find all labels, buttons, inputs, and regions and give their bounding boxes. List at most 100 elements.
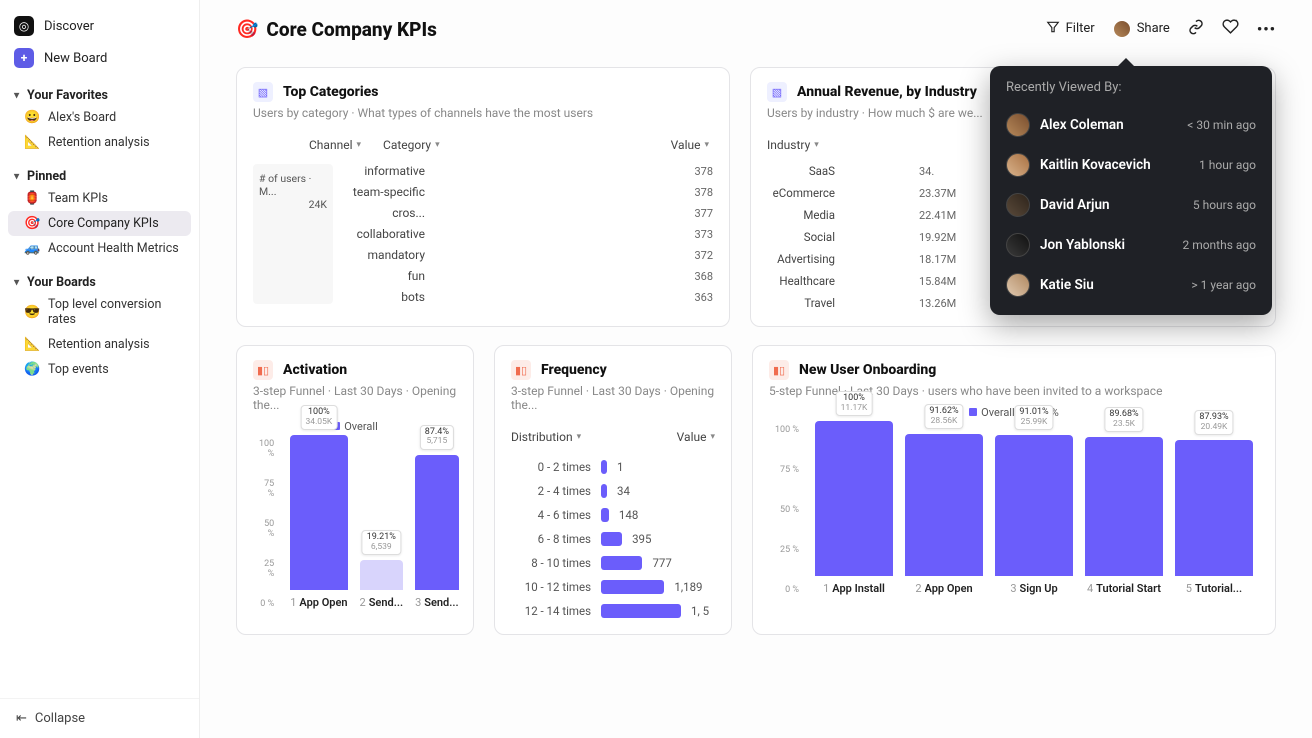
sidebar-item[interactable]: 😎Top level conversion rates xyxy=(0,292,199,332)
filter-icon xyxy=(1046,20,1060,38)
emoji-icon: 🏮 xyxy=(24,191,40,206)
dropdown-value[interactable]: Value xyxy=(677,430,715,444)
step-label: App Open xyxy=(299,596,347,609)
funnel-step[interactable]: 87.93%20.49K 5Tutorial... xyxy=(1175,440,1253,595)
viewer-row[interactable]: Katie Siu > 1 year ago xyxy=(1006,265,1256,305)
industry-label: SaaS xyxy=(767,164,835,178)
viewer-row[interactable]: Alex Coleman < 30 min ago xyxy=(1006,105,1256,145)
industry-label: Travel xyxy=(767,296,835,310)
bar: 87.4%5,715 xyxy=(415,455,459,590)
industry-label: Healthcare xyxy=(767,274,835,288)
pinned-section-header[interactable]: ▸ Pinned xyxy=(0,155,199,186)
sidebar-item[interactable]: 🌍 Top events xyxy=(0,357,199,382)
revenue-value: 34. xyxy=(919,165,967,178)
revenue-value: 23.37M xyxy=(919,187,967,200)
category-value: 372 xyxy=(685,249,713,262)
bar-tooltip: 91.62%28.56K xyxy=(924,404,963,429)
discover-button[interactable]: ◎ Discover xyxy=(0,10,199,42)
industry-label: eCommerce xyxy=(767,186,835,200)
bar xyxy=(601,604,681,618)
main-content: 🎯 Core Company KPIs Filter Share ••• ▧ T… xyxy=(200,0,1312,738)
dropdown-distribution[interactable]: Distribution xyxy=(511,430,581,444)
frequency-row[interactable]: 10 - 12 times 1,189 xyxy=(511,580,715,594)
funnel-step[interactable]: 89.68%23.5K 4Tutorial Start xyxy=(1085,437,1163,595)
boards-section-header[interactable]: ▸ Your Boards xyxy=(0,261,199,292)
heart-icon[interactable] xyxy=(1222,18,1239,39)
funnel-step[interactable]: 91.01%25.99K 3Sign Up xyxy=(995,435,1073,595)
category-row[interactable]: team-specific 378 xyxy=(343,185,713,199)
industry-label: Advertising xyxy=(767,252,835,266)
dropdown-industry[interactable]: Industry xyxy=(767,138,819,152)
more-icon[interactable]: ••• xyxy=(1257,20,1276,38)
viewer-time: 5 hours ago xyxy=(1193,198,1256,212)
favorites-section-header[interactable]: ▸ Your Favorites xyxy=(0,74,199,105)
frequency-row[interactable]: 8 - 10 times 777 xyxy=(511,556,715,570)
sidebar-item[interactable]: 📐Retention analysis xyxy=(0,130,199,155)
bucket-value: 395 xyxy=(632,532,651,546)
category-row[interactable]: mandatory 372 xyxy=(343,248,713,262)
revenue-value: 19.92M xyxy=(919,231,967,244)
filter-button[interactable]: Filter xyxy=(1046,20,1095,38)
chart-icon: ▧ xyxy=(767,82,787,102)
viewer-name: Alex Coleman xyxy=(1040,117,1177,133)
bar-tooltip: 87.4%5,715 xyxy=(420,425,454,450)
bar-tooltip: 19.21%6,539 xyxy=(362,530,401,555)
revenue-value: 15.84M xyxy=(919,275,967,288)
frequency-row[interactable]: 6 - 8 times 395 xyxy=(511,532,715,546)
sidebar-item[interactable]: 😀Alex's Board xyxy=(0,105,199,130)
dropdown-channel[interactable]: Channel xyxy=(309,138,361,152)
emoji-icon: 🌍 xyxy=(24,362,40,377)
bar xyxy=(601,532,622,546)
viewer-time: 1 hour ago xyxy=(1199,158,1256,172)
viewer-row[interactable]: Jon Yablonski 2 months ago xyxy=(1006,225,1256,265)
sidebar-item[interactable]: 🎯Core Company KPIs xyxy=(8,211,191,236)
collapse-button[interactable]: ⇤ Collapse xyxy=(0,698,199,738)
chevron-down-icon: ▸ xyxy=(11,280,22,285)
funnel-step[interactable]: 100%34.05K 1App Open xyxy=(290,435,347,609)
dropdown-value[interactable]: Value xyxy=(671,138,709,152)
bar: 100%11.17K xyxy=(815,421,893,576)
bar xyxy=(601,460,607,474)
funnel-step[interactable]: 19.21%6,539 2Send... xyxy=(360,560,404,609)
category-row[interactable]: bots 363 xyxy=(343,290,713,304)
bar: 100%34.05K xyxy=(290,435,347,590)
viewer-row[interactable]: David Arjun 5 hours ago xyxy=(1006,185,1256,225)
new-board-button[interactable]: + New Board xyxy=(0,42,199,74)
step-label: Tutorial... xyxy=(1195,582,1242,595)
avatar xyxy=(1006,193,1030,217)
viewer-name: Jon Yablonski xyxy=(1040,237,1172,253)
category-label: bots xyxy=(343,290,425,304)
sidebar-item[interactable]: 🏮Team KPIs xyxy=(0,186,199,211)
link-icon[interactable] xyxy=(1188,19,1204,39)
share-button[interactable]: Share xyxy=(1113,20,1170,38)
sidebar-item-label: Retention analysis xyxy=(48,337,150,352)
discover-label: Discover xyxy=(44,19,94,34)
collapse-icon: ⇤ xyxy=(16,711,27,726)
viewer-avatar[interactable] xyxy=(1113,20,1131,38)
frequency-row[interactable]: 0 - 2 times 1 xyxy=(511,460,715,474)
bar-tooltip: 91.01%25.99K xyxy=(1014,405,1053,430)
sidebar-item[interactable]: 📐Retention analysis xyxy=(0,332,199,357)
funnel-step[interactable]: 91.62%28.56K 2App Open xyxy=(905,434,983,595)
viewer-time: < 30 min ago xyxy=(1187,118,1256,132)
category-row[interactable]: fun 368 xyxy=(343,269,713,283)
bar-tooltip: 87.93%20.49K xyxy=(1194,410,1233,435)
recently-viewed-popover: Recently Viewed By: Alex Coleman < 30 mi… xyxy=(990,66,1272,315)
frequency-row[interactable]: 12 - 14 times 1, 5 xyxy=(511,604,715,618)
category-row[interactable]: collaborative 373 xyxy=(343,227,713,241)
card-top-categories: ▧ Top Categories Users by category · Wha… xyxy=(236,67,730,327)
sidebar-item[interactable]: 🚙Account Health Metrics xyxy=(0,236,199,261)
chart-icon: ▧ xyxy=(253,82,273,102)
viewer-row[interactable]: Kaitlin Kovacevich 1 hour ago xyxy=(1006,145,1256,185)
frequency-row[interactable]: 2 - 4 times 34 xyxy=(511,484,715,498)
funnel-step[interactable]: 100%11.17K 1App Install xyxy=(815,421,893,595)
frequency-row[interactable]: 4 - 6 times 148 xyxy=(511,508,715,522)
industry-label: Media xyxy=(767,208,835,222)
sidebar-item-label: Top events xyxy=(48,362,109,377)
category-label: fun xyxy=(343,269,425,283)
funnel-step[interactable]: 87.4%5,715 3Send... xyxy=(415,455,459,609)
dropdown-category[interactable]: Category xyxy=(383,138,440,152)
discover-icon: ◎ xyxy=(14,16,34,36)
category-row[interactable]: informative 378 xyxy=(343,164,713,178)
category-row[interactable]: cros... 377 xyxy=(343,206,713,220)
